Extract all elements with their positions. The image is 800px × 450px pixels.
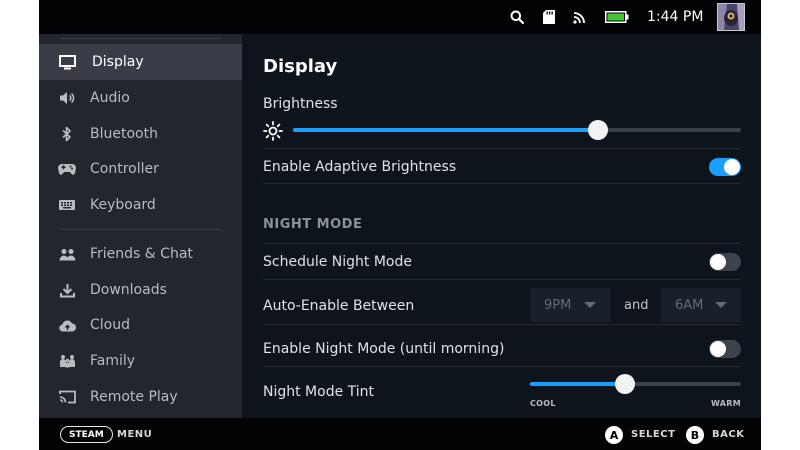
search-icon[interactable] xyxy=(507,0,527,34)
adaptive-brightness-label: Enable Adaptive Brightness xyxy=(263,159,457,175)
steam-deck-screen: 1:44 PM Display Audio Bluetooth Controll… xyxy=(39,0,761,450)
keyboard-icon xyxy=(57,195,77,215)
steam-button[interactable]: STEAM xyxy=(60,426,113,443)
sidebar-item-keyboard[interactable]: Keyboard xyxy=(39,187,242,223)
tint-warm-label: WARM xyxy=(711,399,741,408)
night-mode-tint-label: Night Mode Tint xyxy=(263,384,375,400)
brightness-slider-fill xyxy=(293,128,598,132)
sidebar-item-label: Downloads xyxy=(90,282,167,298)
toggle-knob xyxy=(710,254,726,270)
row-divider xyxy=(263,183,741,184)
sidebar-item-display[interactable]: Display xyxy=(39,44,242,80)
sidebar-item-label: Bluetooth xyxy=(90,126,158,142)
brightness-label: Brightness xyxy=(263,96,338,112)
back-hint-label: BACK xyxy=(712,429,745,440)
night-mode-section-header: NIGHT MODE xyxy=(263,217,363,232)
chevron-down-icon xyxy=(584,302,596,308)
sidebar-item-label: Friends & Chat xyxy=(90,246,193,262)
tint-slider-handle[interactable] xyxy=(614,374,635,394)
cloud-icon xyxy=(57,315,77,335)
auto-enable-to-dropdown[interactable]: 6AM xyxy=(661,288,741,322)
menu-hint-label: MENU xyxy=(117,429,153,440)
chevron-down-icon xyxy=(715,302,727,308)
row-divider xyxy=(263,279,741,280)
friends-icon xyxy=(57,244,77,264)
night-mode-tint-slider[interactable] xyxy=(530,374,741,394)
brightness-slider-handle[interactable] xyxy=(587,120,608,140)
night-mode-until-morning-label: Enable Night Mode (until morning) xyxy=(263,341,505,357)
display-settings-panel: Display Brightness Enable Adaptive Brigh… xyxy=(242,34,761,418)
b-button-icon[interactable]: B xyxy=(686,426,704,444)
gamepad-icon xyxy=(57,159,77,179)
sidebar-item-cloud[interactable]: Cloud xyxy=(39,307,242,343)
sun-icon xyxy=(263,121,283,145)
auto-enable-from-dropdown[interactable]: 9PM xyxy=(530,288,610,322)
toggle-knob xyxy=(710,341,726,357)
row-divider xyxy=(263,148,741,149)
and-label: and xyxy=(624,298,649,313)
sidebar-item-label: Cloud xyxy=(90,317,130,333)
family-icon xyxy=(57,351,77,371)
sidebar-item-label: Display xyxy=(92,54,144,70)
sidebar-item-audio[interactable]: Audio xyxy=(39,80,242,116)
sd-card-icon xyxy=(539,0,559,34)
row-divider xyxy=(263,324,741,325)
bottom-hint-bar: STEAM MENU A SELECT B BACK xyxy=(39,418,761,450)
wifi-icon xyxy=(570,0,590,34)
row-divider xyxy=(263,366,741,367)
sidebar-item-controller[interactable]: Controller xyxy=(39,151,242,187)
sidebar-divider xyxy=(61,38,221,39)
schedule-night-mode-toggle[interactable] xyxy=(709,253,741,271)
a-button-icon[interactable]: A xyxy=(605,426,623,444)
sidebar-item-label: Controller xyxy=(90,161,159,177)
toggle-knob xyxy=(724,159,740,175)
dropdown-value: 6AM xyxy=(675,297,704,313)
brightness-slider[interactable] xyxy=(293,120,741,140)
sidebar-item-bluetooth[interactable]: Bluetooth xyxy=(39,116,242,152)
top-status-bar: 1:44 PM xyxy=(39,0,761,34)
settings-sidebar: Display Audio Bluetooth Controller Keybo xyxy=(39,34,242,418)
auto-enable-label: Auto-Enable Between xyxy=(263,298,415,314)
adaptive-brightness-toggle[interactable] xyxy=(709,158,741,176)
battery-icon xyxy=(604,0,630,34)
avatar[interactable] xyxy=(717,3,745,31)
sidebar-item-label: Audio xyxy=(90,90,130,106)
sidebar-divider xyxy=(61,229,221,230)
sidebar-item-downloads[interactable]: Downloads xyxy=(39,272,242,308)
monitor-icon xyxy=(57,52,77,72)
sidebar-item-label: Family xyxy=(90,353,136,369)
speaker-icon xyxy=(57,88,77,108)
sidebar-item-label: Keyboard xyxy=(90,197,156,213)
row-divider xyxy=(263,243,741,244)
sidebar-item-label: Remote Play xyxy=(90,389,178,405)
sidebar-item-family[interactable]: Family xyxy=(39,343,242,379)
tint-slider-fill xyxy=(530,382,625,386)
select-hint-label: SELECT xyxy=(631,429,676,440)
download-icon xyxy=(57,280,77,300)
sidebar-item-remote-play[interactable]: Remote Play xyxy=(39,379,242,415)
night-mode-until-morning-toggle[interactable] xyxy=(709,340,741,358)
tint-cool-label: COOL xyxy=(530,399,556,408)
page-title: Display xyxy=(263,56,338,77)
cast-icon xyxy=(57,387,77,407)
dropdown-value: 9PM xyxy=(544,297,572,313)
sidebar-item-friends-chat[interactable]: Friends & Chat xyxy=(39,236,242,272)
schedule-night-mode-label: Schedule Night Mode xyxy=(263,254,412,270)
bluetooth-icon xyxy=(57,124,77,144)
clock: 1:44 PM xyxy=(647,9,704,25)
